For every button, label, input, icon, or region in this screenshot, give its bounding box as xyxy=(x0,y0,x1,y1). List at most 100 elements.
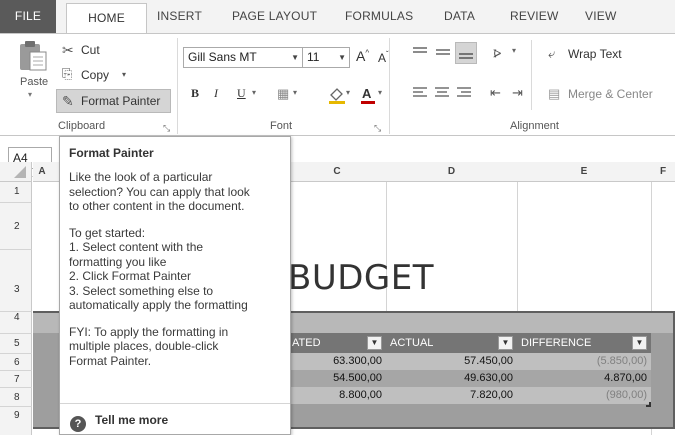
tooltip-line: Format Painter. xyxy=(69,353,152,368)
tab-insert[interactable]: INSERT xyxy=(157,9,202,23)
tab-file[interactable]: FILE xyxy=(0,0,56,33)
grow-font-button[interactable]: A^ xyxy=(356,48,369,64)
row-header-2[interactable]: 2 xyxy=(0,202,32,249)
select-all-corner[interactable] xyxy=(0,162,32,182)
table-cell[interactable]: 7.820,00 xyxy=(386,387,517,404)
column-header-a[interactable]: A xyxy=(33,162,51,182)
tab-data[interactable]: DATA xyxy=(444,9,475,23)
bold-button[interactable]: B xyxy=(191,86,199,101)
tab-page-layout[interactable]: PAGE LAYOUT xyxy=(232,9,317,23)
underline-button[interactable]: U xyxy=(237,86,246,101)
font-family-value: Gill Sans MT xyxy=(188,50,257,64)
row-header-5[interactable]: 5 xyxy=(0,333,32,353)
align-center-icon[interactable] xyxy=(434,86,450,100)
orientation-icon[interactable]: ⦠ xyxy=(493,45,501,59)
font-launcher-icon[interactable]: ⤡ xyxy=(374,123,381,134)
column-header-f[interactable]: F xyxy=(651,162,675,182)
tab-view[interactable]: VIEW xyxy=(585,9,616,23)
font-family-select[interactable]: Gill Sans MT ▼ xyxy=(183,47,303,68)
paintbrush-icon: ✎ xyxy=(62,93,74,109)
help-question-icon: ? xyxy=(70,416,86,432)
copy-icon: ⎘ xyxy=(62,66,73,81)
increase-indent-icon[interactable]: ⇥ xyxy=(512,86,523,100)
paste-chevron-icon: ▾ xyxy=(28,90,33,99)
table-cell[interactable]: 49.630,00 xyxy=(386,370,517,387)
fill-chevron-icon[interactable]: ▾ xyxy=(346,88,350,97)
underline-chevron-icon[interactable]: ▾ xyxy=(252,88,256,97)
clipboard-paste-icon xyxy=(20,41,47,71)
filter-dropdown-icon[interactable]: ▼ xyxy=(498,336,513,350)
fill-color-icon[interactable] xyxy=(328,86,346,104)
borders-chevron-icon[interactable]: ▾ xyxy=(293,88,297,97)
format-painter-button[interactable]: Format Painter xyxy=(81,94,160,108)
table-cell[interactable]: 54.500,00 xyxy=(288,370,386,387)
row-header-1[interactable]: 1 xyxy=(0,182,32,202)
italic-button[interactable]: I xyxy=(214,86,218,101)
tell-me-more-link[interactable]: ? Tell me more xyxy=(70,413,168,432)
clipboard-launcher-icon[interactable]: ⤡ xyxy=(163,123,170,134)
tooltip-steps: To get started: 1. Select content with t… xyxy=(69,226,282,313)
filter-dropdown-icon[interactable]: ▼ xyxy=(367,336,382,350)
font-color-chevron-icon[interactable]: ▾ xyxy=(378,88,382,97)
row-header-9[interactable]: 9 xyxy=(0,406,32,435)
column-header-e[interactable]: E xyxy=(517,162,651,182)
table-header-estimated[interactable]: ATED ▼ xyxy=(288,333,386,353)
shrink-font-button[interactable]: Aˇ xyxy=(378,50,389,65)
font-size-value: 11 xyxy=(307,50,320,64)
font-color-icon[interactable]: A xyxy=(360,85,376,105)
table-cell[interactable]: 4.870,00 xyxy=(517,370,651,387)
clipboard-group-label: Clipboard xyxy=(58,120,106,132)
table-resize-handle[interactable] xyxy=(646,402,651,407)
row-header-7[interactable]: 7 xyxy=(0,370,32,387)
column-header-d[interactable]: D xyxy=(386,162,517,182)
table-cell[interactable]: 57.450,00 xyxy=(386,353,517,370)
table-header-label: DIFFERENCE xyxy=(521,337,592,349)
cut-button[interactable]: Cut xyxy=(81,43,100,57)
borders-icon[interactable]: ▦ xyxy=(277,87,289,101)
tooltip-fyi: FYI: To apply the formatting in multiple… xyxy=(69,325,282,369)
table-header-difference[interactable]: DIFFERENCE ▼ xyxy=(517,333,651,353)
merge-center-button[interactable]: Merge & Center xyxy=(568,87,653,101)
table-cell[interactable]: 63.300,00 xyxy=(288,353,386,370)
decrease-indent-icon[interactable]: ⇤ xyxy=(490,86,501,100)
align-left-icon[interactable] xyxy=(412,86,428,100)
row-header-3[interactable]: 3 xyxy=(0,249,32,311)
tooltip-line: to other content in the document. xyxy=(69,199,245,213)
group-separator xyxy=(531,40,532,110)
table-header-label: ATED xyxy=(292,337,321,349)
tab-review[interactable]: REVIEW xyxy=(510,9,559,23)
align-bottom-button[interactable] xyxy=(455,42,477,64)
tooltip-title: Format Painter xyxy=(69,146,154,160)
align-top-icon[interactable] xyxy=(412,46,428,58)
font-size-select[interactable]: 11 ▼ xyxy=(302,47,350,68)
copy-button[interactable]: Copy xyxy=(81,68,109,82)
chevron-down-icon: ▼ xyxy=(338,53,346,62)
align-right-icon[interactable] xyxy=(456,86,472,100)
align-middle-icon[interactable] xyxy=(435,46,451,58)
row-header-4[interactable]: 4 xyxy=(0,311,32,333)
tooltip-line: 1. Select content with the xyxy=(69,240,204,254)
tab-home[interactable]: HOME xyxy=(66,3,147,34)
paste-label: Paste xyxy=(20,76,49,88)
format-painter-tooltip: Format Painter Like the look of a partic… xyxy=(59,136,291,435)
sheet-title[interactable]: BUDGET xyxy=(288,258,434,298)
tell-me-more-label: Tell me more xyxy=(95,413,169,427)
paste-button[interactable]: Paste ▾ xyxy=(16,40,52,100)
group-separator xyxy=(177,38,178,134)
tab-formulas[interactable]: FORMULAS xyxy=(345,9,413,23)
copy-chevron-icon[interactable]: ▾ xyxy=(122,70,126,79)
group-separator xyxy=(389,38,390,134)
filter-dropdown-icon[interactable]: ▼ xyxy=(632,336,647,350)
wrap-text-icon: ⤶ xyxy=(548,46,556,61)
table-header-actual[interactable]: ACTUAL ▼ xyxy=(386,333,517,353)
table-cell[interactable]: (5.850,00) xyxy=(517,353,651,370)
orientation-chevron-icon[interactable]: ▾ xyxy=(512,46,516,55)
column-header-c[interactable]: C xyxy=(288,162,386,182)
row-header-6[interactable]: 6 xyxy=(0,353,32,370)
row-header-8[interactable]: 8 xyxy=(0,387,32,406)
table-cell[interactable]: 8.800,00 xyxy=(288,387,386,404)
tooltip-intro: Like the look of a particular selection?… xyxy=(69,170,282,214)
table-cell[interactable]: (980,00) xyxy=(517,387,651,404)
wrap-text-button[interactable]: Wrap Text xyxy=(568,47,622,61)
tooltip-line: FYI: To apply the formatting in xyxy=(69,324,229,339)
